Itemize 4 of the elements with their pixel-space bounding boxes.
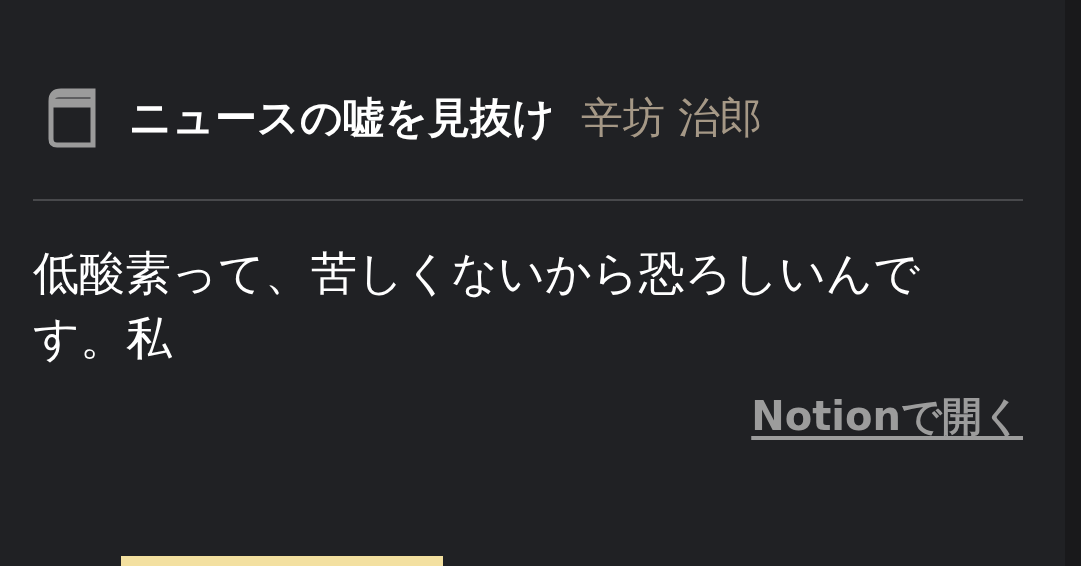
book-title: ニュースの嘘を見抜け — [129, 92, 555, 144]
book-author: 辛坊 治郎 — [581, 92, 763, 144]
excerpt-text: 低酸素って、苦しくないから恐ろしいんです。私 — [33, 245, 921, 367]
open-in-notion-link[interactable]: Notionで開く — [751, 389, 1023, 444]
